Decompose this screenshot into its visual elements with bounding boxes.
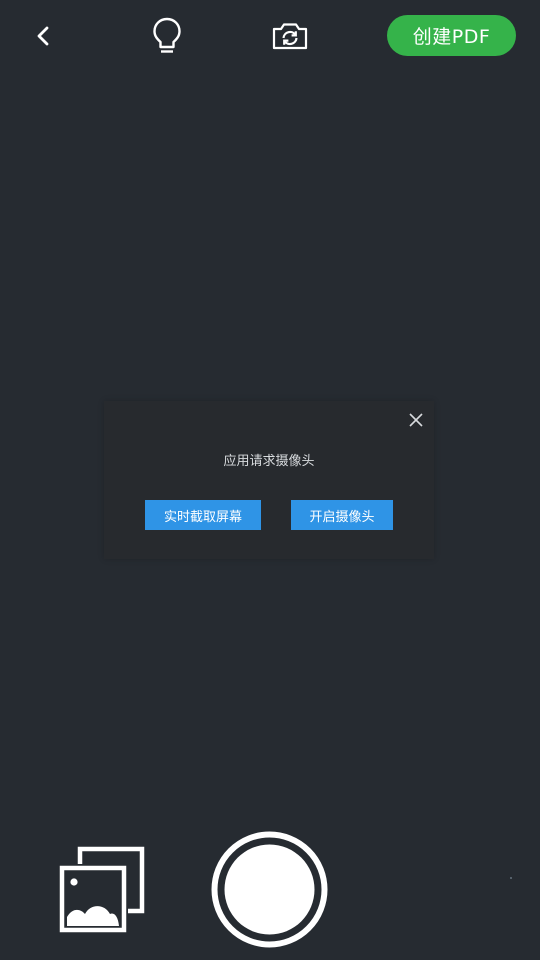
status-dot [510,877,512,879]
flash-toggle-button[interactable] [146,15,188,57]
lightbulb-icon [153,17,181,53]
gallery-icon [58,846,145,934]
camera-switch-icon [272,23,308,50]
shutter-icon [211,831,328,948]
capture-screen-button[interactable]: 实时截取屏幕 [145,500,261,530]
camera-screen: 创建PDF 应用请求摄像头 实时截取屏幕 开启摄像头 [0,0,540,960]
gallery-button[interactable] [58,846,146,934]
back-button[interactable] [24,16,64,56]
create-pdf-button[interactable]: 创建PDF [387,15,516,56]
dialog-close-button[interactable] [405,409,427,431]
switch-camera-button[interactable] [268,15,312,57]
camera-permission-dialog: 应用请求摄像头 实时截取屏幕 开启摄像头 [104,401,434,559]
chevron-left-icon [37,26,49,46]
close-icon [409,413,423,427]
dialog-title: 应用请求摄像头 [223,454,315,469]
open-camera-button[interactable]: 开启摄像头 [291,500,393,530]
shutter-button[interactable] [211,831,328,948]
top-toolbar: 创建PDF [0,0,540,72]
